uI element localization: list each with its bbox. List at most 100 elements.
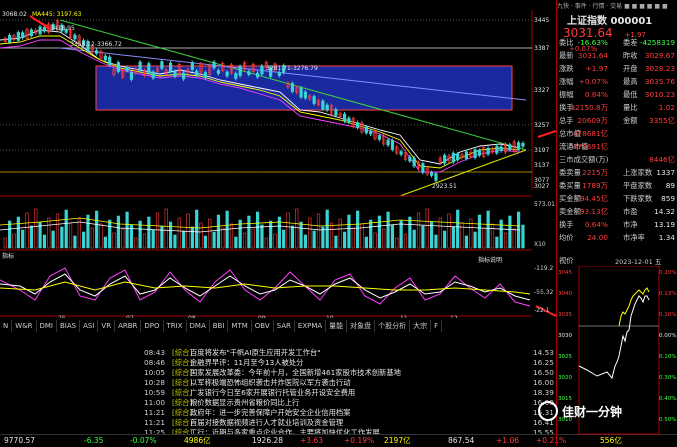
indicator-tab[interactable]: ASI bbox=[80, 320, 99, 332]
volume-bar bbox=[125, 211, 129, 249]
quote-field: 14.32 bbox=[654, 207, 675, 216]
quote-field: 3010.23 bbox=[644, 90, 675, 99]
news-item[interactable]: 11:21 [综合] 政府年：进一步完善保障户开始安全企业信用档案 15.31 bbox=[0, 408, 556, 418]
volume-bar bbox=[190, 226, 194, 249]
news-item[interactable]: 08:43 [综合] 百度将发布"千帆AI原生应用开发工作台" 14.53 bbox=[0, 348, 556, 358]
quote-field: 2215万 bbox=[582, 168, 608, 177]
indicator-tab[interactable]: 对象盘 bbox=[347, 320, 376, 332]
quote-field: 0.64% bbox=[584, 220, 608, 229]
mini-price-label: 3030 bbox=[558, 333, 572, 339]
news-time: 08:43 bbox=[144, 348, 166, 357]
quote-field: 最新 bbox=[559, 51, 574, 60]
quote-field: 涨幅 bbox=[559, 77, 574, 86]
indicator-tab[interactable]: 个股分析 bbox=[375, 320, 411, 332]
mini-price-label: 3025 bbox=[558, 354, 572, 360]
quote-field: 涨跌 bbox=[559, 64, 574, 73]
kline-chart-panel[interactable]: 3068.02 MA445: 3197.63 3445 3387 3327 3257 3… bbox=[0, 0, 557, 322]
volume-bar bbox=[473, 231, 477, 249]
candle bbox=[247, 71, 251, 75]
candle bbox=[421, 163, 425, 173]
volume-bar bbox=[103, 236, 107, 249]
news-time: 10:05 bbox=[144, 368, 166, 377]
range-annotation-1: 3356.12-3366.72 bbox=[70, 41, 122, 48]
news-item[interactable]: 10:28 [综合] 以军称极端恐怖组织袭击并炸医院以军方袭击行动 16.00 bbox=[0, 378, 556, 388]
indicator-tab[interactable]: OBV bbox=[252, 320, 274, 332]
mini-pct-label: 0.10% bbox=[659, 312, 676, 318]
date-axis-label: 25 bbox=[58, 315, 66, 318]
news-item[interactable]: 11:21 [综合] 首届对接数据视频进行人才就业培训及资金管理 16.41 bbox=[0, 418, 556, 428]
volume-bar bbox=[64, 209, 68, 249]
volume-bar bbox=[364, 236, 368, 249]
mini-pct-label: 0.40% bbox=[659, 396, 676, 402]
indicator-tab[interactable]: VR bbox=[98, 320, 116, 332]
indicator-tab[interactable]: W&R bbox=[12, 320, 37, 332]
price-axis-label: 3197 bbox=[534, 147, 549, 154]
candle bbox=[347, 117, 351, 123]
news-time: 10:59 bbox=[144, 388, 166, 397]
indicator-tab[interactable]: BIAS bbox=[57, 320, 81, 332]
news-item[interactable]: 08:46 [综合] 金融界早评：11月至今13人被处分 16.25 bbox=[0, 358, 556, 368]
candle bbox=[390, 140, 395, 150]
volume-bar bbox=[195, 209, 199, 249]
volume-bar bbox=[269, 220, 273, 249]
candle bbox=[290, 83, 295, 92]
news-item[interactable]: 11:00 [综合] 粮价数据显示贵州省粮价同比上行 16.00 bbox=[0, 398, 556, 408]
candle bbox=[190, 62, 194, 70]
volume-bar bbox=[369, 219, 373, 249]
volume-bar bbox=[203, 235, 208, 249]
price-axis-label: 3327 bbox=[534, 87, 549, 94]
macd-axis-2: -55.32 bbox=[534, 289, 554, 296]
indicator-tab[interactable]: F bbox=[431, 320, 443, 332]
indicator-tab[interactable]: DMI bbox=[37, 320, 57, 332]
quote-field: 1.34 bbox=[658, 233, 675, 242]
volume-bar bbox=[182, 230, 186, 249]
status-value: 9770.57 bbox=[4, 436, 36, 445]
quote-field: 平盘家数 bbox=[623, 181, 653, 190]
volume-bar bbox=[290, 225, 295, 249]
mini-title: 视价 bbox=[559, 256, 574, 265]
quote-field: 32150.8万 bbox=[570, 103, 608, 112]
indicator-tab[interactable]: TRIX bbox=[164, 320, 187, 332]
quote-field: -4258319 bbox=[639, 38, 675, 47]
status-value: 2197亿 bbox=[384, 436, 411, 445]
indicator-tab[interactable]: MTM bbox=[228, 320, 252, 332]
volume-bar bbox=[342, 231, 347, 249]
indicator-tab[interactable]: EXPMA bbox=[295, 320, 327, 332]
date-axis-label: 07 bbox=[126, 315, 134, 318]
quote-field: 委卖量 bbox=[559, 168, 581, 177]
news-headline: 粮价数据显示贵州省粮价同比上行 bbox=[190, 398, 300, 407]
price-axis-label: 3137 bbox=[534, 162, 549, 169]
indicator-tab[interactable]: DMA bbox=[187, 320, 210, 332]
candle bbox=[129, 72, 134, 80]
mini-price-label: 3040 bbox=[558, 291, 572, 297]
indicator-tab[interactable]: DPO bbox=[141, 320, 164, 332]
candle bbox=[203, 72, 208, 78]
news-headline: 以军称极端恐怖组织袭击并炸医院以军方袭击行动 bbox=[190, 378, 351, 387]
candle bbox=[95, 50, 99, 54]
indicator-tab[interactable]: 大宗 bbox=[410, 320, 432, 332]
indicator-tab[interactable]: 量能 bbox=[326, 320, 348, 332]
volume-axis-unit: X10 bbox=[534, 241, 546, 248]
quote-toolbar[interactable]: 九快 · 事件 · 行情 · 交易 ■ ■ ■ ■ ■ ■ bbox=[557, 0, 677, 10]
quote-field: 市盈 bbox=[623, 207, 638, 216]
date-axis-label: 11 bbox=[400, 315, 408, 318]
indicator-tab[interactable]: BBI bbox=[210, 320, 229, 332]
indicator-tab[interactable]: N bbox=[0, 320, 13, 332]
indicator-tab[interactable]: SAR bbox=[274, 320, 295, 332]
status-value: +0.19% bbox=[344, 436, 375, 445]
quote-field: 上涨家数 bbox=[623, 168, 653, 177]
indicator-tab[interactable]: ARBR bbox=[115, 320, 142, 332]
candle bbox=[377, 135, 382, 140]
range-annotation-2: 3281.71-3276.79 bbox=[266, 65, 318, 72]
candle bbox=[312, 96, 316, 104]
volume-bar bbox=[42, 234, 47, 249]
price-axis-label: 3257 bbox=[534, 122, 549, 129]
quote-field: 93.13亿 bbox=[579, 207, 608, 216]
candle bbox=[29, 29, 34, 37]
kline-chart-svg: 3068.02 MA445: 3197.63 3445 3387 3327 3257 3… bbox=[0, 0, 557, 322]
news-item[interactable]: 10:59 [综合] 广发银行今日至6家开展银行托管业务开设安全费用 18.39 bbox=[0, 388, 556, 398]
svg-text:指标: 指标 bbox=[2, 252, 14, 260]
volume-bar bbox=[390, 224, 395, 249]
quote-field: 委比 bbox=[559, 38, 574, 47]
news-item[interactable]: 10:05 [综合] 国家发展改革委：今年前十月，全国新增461家股市技术创新基地 1… bbox=[0, 368, 556, 378]
